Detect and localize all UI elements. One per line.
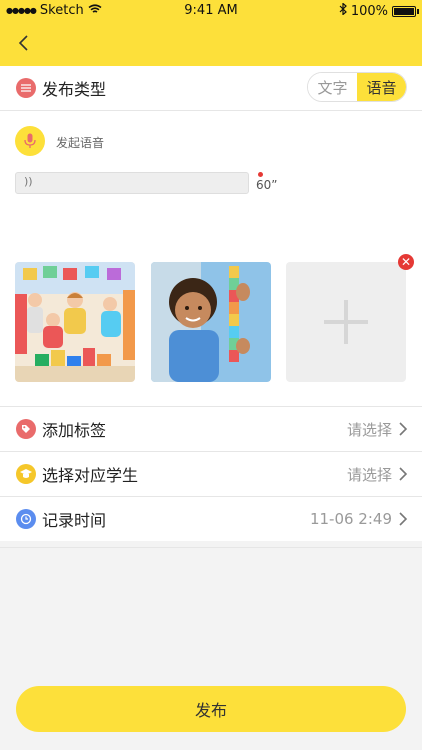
boy-with-blocks-image: [151, 262, 271, 382]
post-card: 发布类型 文字 语音 发起语音 )) 60” ✕: [0, 66, 422, 406]
tab-text[interactable]: 文字: [308, 73, 357, 101]
unread-dot: [258, 172, 263, 177]
tab-voice[interactable]: 语音: [357, 73, 406, 101]
kids-playing-image: [15, 262, 135, 382]
microphone-icon: [24, 133, 36, 148]
status-bar: ●●●●● Sketch 9:41 AM 100%: [0, 0, 422, 22]
select-student-value: 请选择: [346, 465, 392, 484]
select-student-row[interactable]: 选择对应学生 请选择: [0, 452, 422, 496]
add-tag-row[interactable]: 添加标签 请选择: [0, 407, 422, 451]
voice-duration: 60”: [256, 178, 278, 192]
record-time-value: 11-06 2:49: [309, 510, 392, 528]
add-tag-value: 请选择: [346, 420, 392, 439]
divider: [0, 547, 422, 548]
record-voice-button[interactable]: [15, 126, 45, 156]
add-photo-button[interactable]: [286, 262, 406, 382]
post-type-row: 发布类型 文字 语音: [0, 66, 422, 110]
post-type-label: 发布类型: [42, 80, 107, 99]
back-button[interactable]: [14, 32, 36, 54]
student-icon: [16, 464, 36, 484]
publish-button[interactable]: 发布: [16, 686, 406, 732]
tag-icon: [16, 419, 36, 439]
chevron-right-icon: [399, 512, 408, 526]
post-type-toggle: 文字 语音: [307, 72, 407, 102]
record-time-row[interactable]: 记录时间 11-06 2:49: [0, 497, 422, 541]
list-icon: [16, 78, 36, 98]
sound-wave-icon: )): [24, 175, 33, 188]
voice-message-player[interactable]: )): [15, 172, 249, 194]
photo-thumbnail-1[interactable]: [15, 262, 135, 382]
chevron-right-icon: [399, 467, 408, 481]
nav-bar: [0, 22, 422, 66]
chevron-left-icon: [18, 35, 28, 51]
plus-icon: [324, 300, 368, 344]
divider: [0, 110, 422, 111]
delete-photo-button[interactable]: ✕: [398, 254, 414, 270]
add-tag-label: 添加标签: [42, 421, 107, 440]
photo-thumbnail-2[interactable]: [151, 262, 271, 382]
close-icon: ✕: [400, 255, 412, 269]
bluetooth-icon: [339, 2, 347, 19]
record-voice-label: 发起语音: [56, 136, 105, 150]
battery-text: 100%: [350, 3, 388, 19]
chevron-right-icon: [399, 422, 408, 436]
clock-icon: [16, 509, 36, 529]
battery-icon: [392, 5, 419, 17]
select-student-label: 选择对应学生: [42, 466, 139, 485]
record-time-label: 记录时间: [42, 511, 107, 530]
